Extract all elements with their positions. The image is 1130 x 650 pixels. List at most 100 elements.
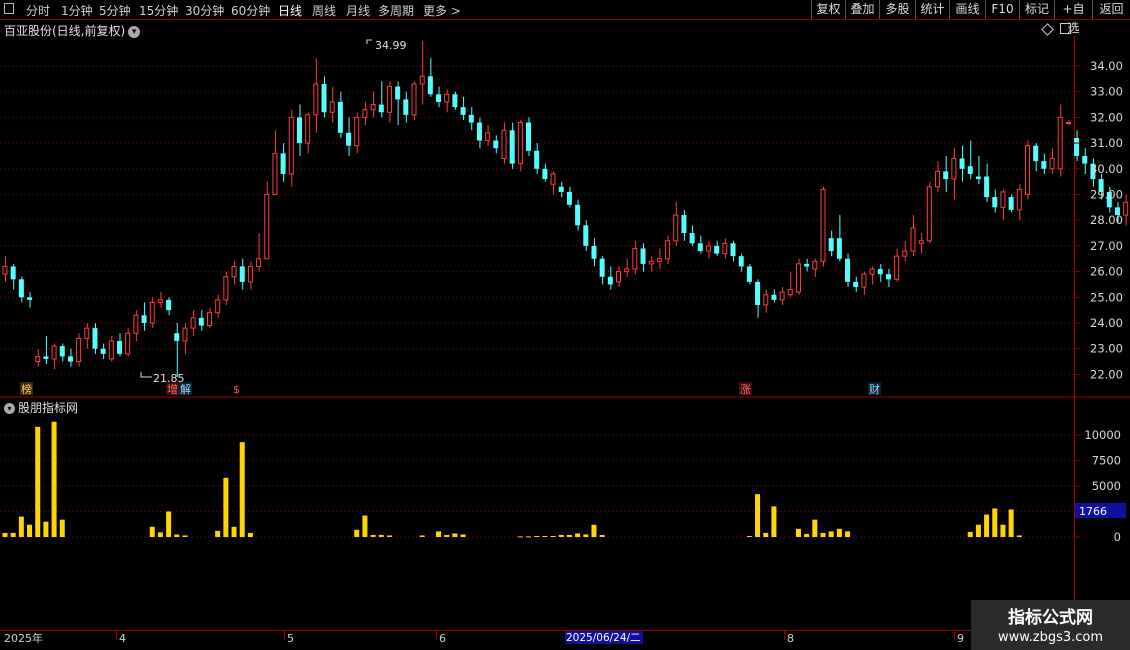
candle-body-up xyxy=(35,355,41,363)
watermark-title: 指标公式网 xyxy=(1008,608,1093,628)
volume-bar xyxy=(812,519,818,537)
candle-body-down xyxy=(804,263,810,267)
candle-body-up xyxy=(1123,201,1129,216)
watermark: 指标公式网 www.zbgs3.com xyxy=(971,600,1130,650)
volume-bar xyxy=(149,526,155,537)
x-label-sep: 9 xyxy=(957,632,964,645)
candle-body-up xyxy=(517,122,523,165)
volume-bar xyxy=(27,524,33,537)
candle-body-down xyxy=(174,333,180,341)
event-dollar-label[interactable]: $ xyxy=(233,383,240,396)
candle-body-down xyxy=(403,99,409,115)
candle-body-up xyxy=(935,170,941,188)
price-tick-label: 34.00 xyxy=(1090,59,1123,73)
candle-body-up xyxy=(362,109,368,118)
x-label-may: 5 xyxy=(287,632,294,645)
event-bang-label: 榜 xyxy=(21,382,32,396)
candle-body-up xyxy=(2,265,8,275)
candle-body-up xyxy=(354,116,360,147)
candle-body-down xyxy=(166,299,172,311)
candle-body-up xyxy=(313,83,319,116)
candle-body-down xyxy=(296,117,302,144)
volume-bar xyxy=(386,535,392,537)
candle-body-up xyxy=(656,258,662,262)
x-label-jun: 6 xyxy=(439,632,446,645)
candle-body-down xyxy=(239,266,245,282)
price-tick-label: 28.00 xyxy=(1090,213,1123,227)
candle-body-down xyxy=(460,107,466,115)
candle-body-down xyxy=(681,215,687,234)
candle-body-up xyxy=(444,93,450,103)
candle-body-up xyxy=(705,245,711,252)
candle-body-up xyxy=(108,340,114,360)
candle-body-down xyxy=(509,130,515,164)
price-tick-label: 33.00 xyxy=(1090,85,1123,99)
candle-body-down xyxy=(845,258,851,282)
price-tick-label: 24.00 xyxy=(1090,316,1123,330)
candle-body-down xyxy=(346,132,352,146)
candle-body-up xyxy=(951,158,957,180)
candle-body-up xyxy=(673,214,679,242)
volume-bar xyxy=(566,534,572,537)
indicator-title-text: 股朋指标网 xyxy=(18,401,79,415)
volume-bar xyxy=(247,532,253,537)
volume-bar xyxy=(984,514,990,537)
candle-body-down xyxy=(1033,145,1039,162)
candle-body-down xyxy=(877,269,883,275)
kline-chart[interactable]: 34.00 33.00 32.00 31.00 30.00 29.00 28.00 27.00… xyxy=(0,0,1130,650)
candle-body-down xyxy=(738,256,744,267)
candle-body-down xyxy=(828,238,834,252)
candle-body-up xyxy=(264,194,270,260)
candle-body-up xyxy=(1049,158,1055,170)
candle-body-down xyxy=(730,243,736,257)
candle-body-up xyxy=(190,317,196,329)
candle-body-down xyxy=(493,140,499,149)
candle-body-up xyxy=(215,299,221,314)
candle-body-down xyxy=(395,86,401,100)
chevron-down-icon[interactable]: ▾ xyxy=(4,403,15,414)
candle-body-down xyxy=(984,176,990,198)
candle-body-down xyxy=(117,340,123,354)
volume-bar xyxy=(558,534,564,537)
candle-body-up xyxy=(632,247,638,270)
candle-body-up xyxy=(894,255,900,280)
x-label-2025: 2025年 xyxy=(4,631,43,645)
candle-body-up xyxy=(419,75,425,85)
volume-bar xyxy=(550,535,556,537)
volume-bar xyxy=(542,535,548,537)
candle-body-down xyxy=(1074,137,1080,156)
candle-body-down xyxy=(321,83,327,113)
volume-bar xyxy=(836,528,842,537)
volume-bar xyxy=(992,508,998,537)
candle-body-up xyxy=(1025,145,1030,195)
candle-body-up xyxy=(812,260,818,270)
price-tick-label: 27.00 xyxy=(1090,239,1123,253)
volume-bar xyxy=(378,534,384,537)
candle-body-up xyxy=(1057,116,1063,170)
volume-bar xyxy=(534,535,540,537)
candle-body-down xyxy=(198,317,204,326)
candle-body-up xyxy=(386,86,392,113)
volume-bar xyxy=(157,532,163,537)
volume-bar xyxy=(223,477,229,537)
candle-body-down xyxy=(378,104,384,113)
candle-body-down xyxy=(476,122,482,141)
candle-body-up xyxy=(820,188,826,262)
volume-bar xyxy=(795,528,801,537)
volume-bar xyxy=(1008,509,1014,537)
low-marker-line xyxy=(140,372,152,378)
price-tick-label: 29.00 xyxy=(1090,188,1123,202)
candle-body-up xyxy=(648,260,654,265)
volume-bar xyxy=(10,532,16,537)
candle-body-down xyxy=(92,328,98,349)
volume-bar xyxy=(820,532,826,537)
candle-body-up xyxy=(1065,122,1071,125)
candle-body-down xyxy=(1008,197,1014,210)
candle-body-down xyxy=(697,243,703,252)
candle-body-up xyxy=(288,116,294,175)
volume-bar xyxy=(517,536,523,538)
candle-body-down xyxy=(526,122,532,151)
candle-body-down xyxy=(468,114,474,123)
volume-tick-label: 7500 xyxy=(1092,454,1121,468)
candle-body-down xyxy=(1041,161,1047,169)
